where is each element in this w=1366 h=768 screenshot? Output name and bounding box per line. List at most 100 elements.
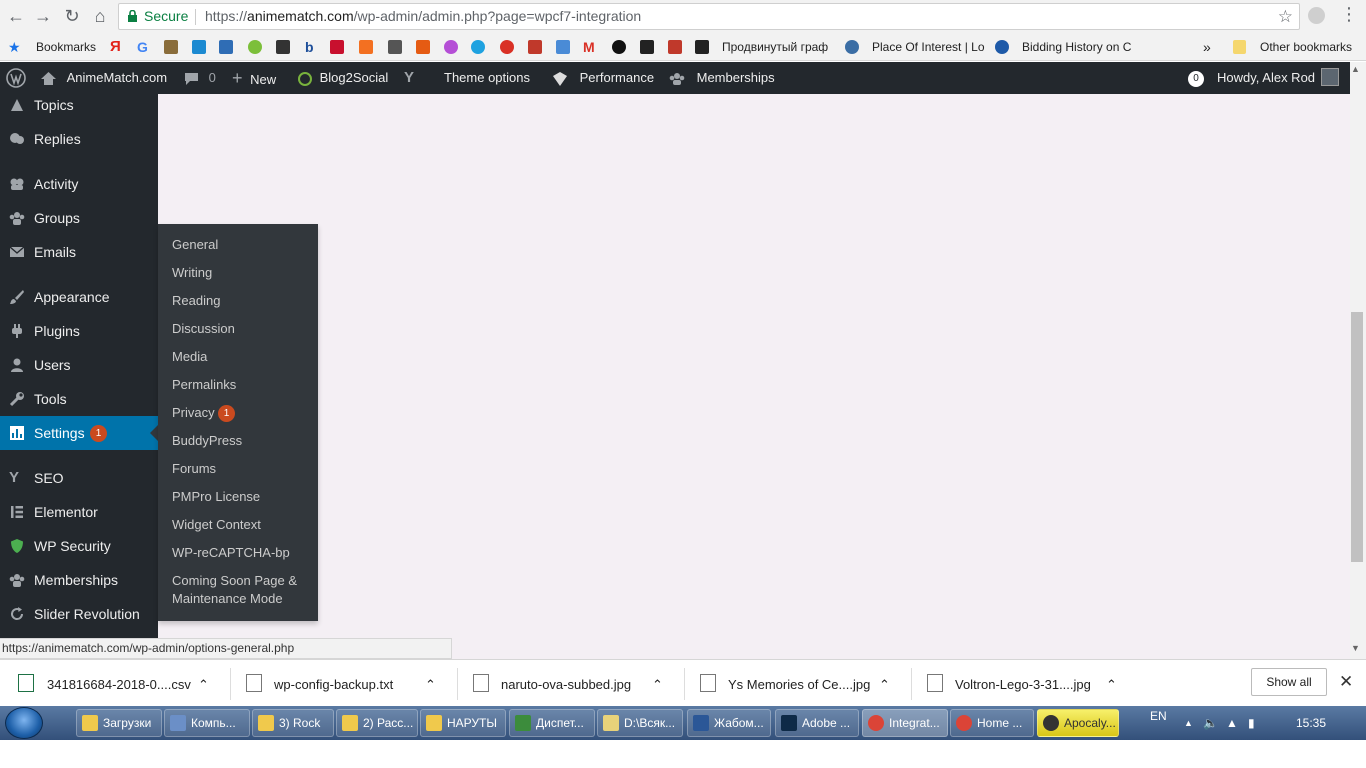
submenu-buddypress[interactable]: BuddyPress — [172, 432, 242, 450]
amazon-icon[interactable] — [192, 40, 206, 54]
url-text[interactable]: https://animematch.com/wp-admin/admin.ph… — [205, 4, 641, 29]
download-item[interactable]: wp-config-backup.txt — [274, 660, 393, 707]
sidebar-item-tools[interactable]: Tools — [0, 382, 158, 416]
submenu-wp-recaptcha-bp[interactable]: WP-reCAPTCHA-bp — [172, 544, 290, 562]
bookmark-icon[interactable] — [219, 40, 233, 54]
taskbar-item[interactable]: Загрузки — [76, 709, 162, 737]
download-item[interactable]: Voltron-Lego-3-31....jpg — [955, 660, 1091, 707]
home-icon[interactable]: ⌂ — [88, 5, 112, 29]
sidebar-item-settings[interactable]: Settings 1 — [0, 416, 158, 450]
chevron-up-icon[interactable]: ⌃ — [1106, 660, 1117, 707]
bookmark-bookmarks[interactable]: Bookmarks — [36, 33, 96, 61]
taskbar-item[interactable]: Integrat... — [862, 709, 948, 737]
bookmark-bidding[interactable]: Bidding History on C — [1022, 33, 1131, 61]
scrollbar-thumb[interactable] — [1351, 312, 1363, 562]
submenu-reading[interactable]: Reading — [172, 292, 220, 310]
comments-link[interactable]: 0 — [184, 62, 216, 94]
volume-icon[interactable]: 🔈 — [1203, 706, 1218, 740]
submenu-widget-context[interactable]: Widget Context — [172, 516, 261, 534]
taskbar-item[interactable]: Жабом... — [687, 709, 771, 737]
taskbar-item[interactable]: Apocaly... — [1037, 709, 1119, 737]
bookmark-b-icon[interactable]: b — [305, 33, 314, 61]
bookmark-russian[interactable]: Продвинутый граф — [722, 33, 828, 61]
sidebar-item-topics[interactable]: Topics — [0, 88, 158, 122]
bookmark-icon[interactable] — [668, 40, 682, 54]
submenu-coming-soon[interactable]: Coming Soon Page & — [172, 572, 297, 590]
sidebar-item-seo[interactable]: Y SEO — [0, 461, 158, 495]
bookmark-star-icon[interactable]: ☆ — [1278, 4, 1293, 29]
chevron-up-icon[interactable]: ⌃ — [652, 660, 663, 707]
memberships-link[interactable]: Memberships — [669, 62, 775, 94]
bookmark-icon[interactable] — [276, 40, 290, 54]
close-icon[interactable]: ✕ — [1339, 672, 1353, 692]
submenu-forums[interactable]: Forums — [172, 460, 216, 478]
sidebar-item-activity[interactable]: Activity — [0, 167, 158, 201]
browser-menu-icon[interactable]: ⋮ — [1340, 4, 1358, 25]
sidebar-item-appearance[interactable]: Appearance — [0, 280, 158, 314]
forward-icon[interactable]: → — [31, 5, 55, 29]
bookmark-icon[interactable] — [612, 40, 626, 54]
taskbar-item[interactable]: 2) Расс... — [336, 709, 418, 737]
link-icon[interactable] — [359, 40, 373, 54]
copyright-icon[interactable] — [500, 40, 514, 54]
bookmark-icon[interactable] — [388, 40, 402, 54]
bookmark-other[interactable]: Other bookmarks — [1260, 33, 1352, 61]
chevron-up-icon[interactable]: ⌃ — [198, 660, 209, 707]
sidebar-item-slider-revolution[interactable]: Slider Revolution — [0, 597, 158, 631]
submenu-coming-soon-line2[interactable]: Maintenance Mode — [172, 590, 283, 608]
sidebar-item-memberships[interactable]: Memberships — [0, 563, 158, 597]
back-icon[interactable]: ← — [4, 5, 28, 29]
blog2social-link[interactable]: Blog2Social — [297, 62, 388, 94]
download-item[interactable]: Ys Memories of Ce....jpg — [728, 660, 870, 707]
new-content-link[interactable]: + New — [232, 62, 276, 94]
performance-link[interactable]: Performance — [552, 62, 654, 94]
sidebar-item-plugins[interactable]: Plugins — [0, 314, 158, 348]
submenu-pmpro-license[interactable]: PMPro License — [172, 488, 260, 506]
google-icon[interactable]: G — [137, 33, 148, 61]
network-icon[interactable]: ▲ — [1226, 706, 1238, 740]
bookmark-icon[interactable] — [528, 40, 542, 54]
chevron-up-icon[interactable]: ⌃ — [425, 660, 436, 707]
bookmark-icon[interactable] — [164, 40, 178, 54]
address-bar[interactable]: Secure https://animematch.com/wp-admin/a… — [118, 3, 1300, 30]
taskbar-item[interactable]: НАРУТЫ — [420, 709, 506, 737]
taskbar-item[interactable]: Компь... — [164, 709, 250, 737]
reload-icon[interactable]: ↻ — [60, 5, 84, 29]
inv-icon[interactable] — [695, 40, 709, 54]
submenu-discussion[interactable]: Discussion — [172, 320, 235, 338]
sidebar-item-users[interactable]: Users — [0, 348, 158, 382]
taskbar-item[interactable]: Adobe ... — [775, 709, 859, 737]
taskbar-item[interactable]: Диспет... — [509, 709, 595, 737]
avatar[interactable] — [1321, 68, 1339, 86]
sidebar-item-emails[interactable]: Emails — [0, 235, 158, 269]
yoast-icon[interactable]: Y — [404, 62, 414, 94]
flag-icon[interactable] — [330, 40, 344, 54]
extension-icon[interactable] — [1308, 7, 1325, 24]
howdy-user[interactable]: Howdy, Alex Rod — [1217, 62, 1315, 94]
sidebar-item-wp-security[interactable]: WP Security — [0, 529, 158, 563]
scroll-up-icon[interactable]: ▲ — [1351, 64, 1360, 74]
gmail-icon[interactable]: M — [583, 33, 595, 61]
download-item[interactable]: naruto-ova-subbed.jpg — [501, 660, 631, 707]
notification-count[interactable]: 0 — [1188, 71, 1204, 87]
show-all-button[interactable]: Show all — [1251, 668, 1327, 696]
taskbar-item[interactable]: Home ... — [950, 709, 1034, 737]
sidebar-item-elementor[interactable]: Elementor — [0, 495, 158, 529]
battery-icon[interactable]: ▮ — [1248, 706, 1255, 740]
submenu-media[interactable]: Media — [172, 348, 207, 366]
scroll-down-icon[interactable]: ▼ — [1351, 643, 1360, 653]
bookmark-icon[interactable] — [416, 40, 430, 54]
bookmark-icon[interactable] — [640, 40, 654, 54]
bookmark-place[interactable]: Place Of Interest | Lo — [872, 33, 985, 61]
bookmarks-more[interactable]: » — [1203, 33, 1211, 61]
tray-expand-icon[interactable]: ▲ — [1184, 706, 1193, 740]
yandex-icon[interactable]: Я — [110, 33, 121, 61]
play-icon[interactable] — [444, 40, 458, 54]
download-item[interactable]: 341816684-2018-0....csv — [47, 660, 191, 707]
sidebar-item-groups[interactable]: Groups — [0, 201, 158, 235]
taskbar-item[interactable]: 3) Rock — [252, 709, 334, 737]
submenu-general[interactable]: General — [172, 236, 218, 254]
clock[interactable]: 15:35 — [1296, 706, 1326, 740]
language-indicator[interactable]: EN — [1150, 699, 1167, 733]
theme-options-link[interactable]: Theme options — [444, 62, 530, 94]
